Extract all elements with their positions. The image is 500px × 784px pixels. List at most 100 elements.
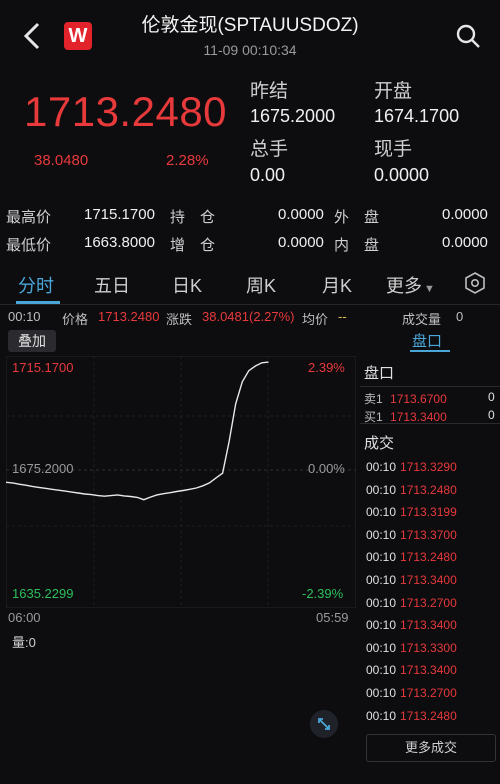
- y-ref-pct-label: 0.00%: [308, 461, 345, 476]
- volume-panel: 量:0: [6, 628, 356, 748]
- order-book-title: 盘口: [364, 365, 395, 382]
- tab-order-book[interactable]: 盘口: [412, 330, 442, 351]
- open-label: 开盘: [374, 81, 413, 102]
- trade-time: 00:10: [366, 550, 397, 565]
- trade-time: 00:10: [366, 686, 397, 700]
- price-change: 38.0480: [34, 152, 89, 169]
- trade-row: 00:10 1713.3400: [366, 618, 457, 632]
- inner-label: 内 盘: [334, 237, 380, 254]
- search-icon[interactable]: [454, 22, 482, 50]
- tab-intraday[interactable]: 分时: [18, 272, 54, 298]
- trade-price: 1713.2480: [400, 708, 457, 723]
- tab-daily-k[interactable]: 日K: [172, 272, 202, 298]
- trade-price: 1713.3300: [400, 640, 457, 655]
- price-line-chart: [6, 356, 356, 608]
- overlay-button[interactable]: 叠加: [8, 330, 56, 352]
- trade-time: 00:10: [366, 527, 397, 542]
- info-vol: 0: [456, 309, 464, 324]
- hold-label: 持 仓: [170, 209, 216, 226]
- trade-time: 00:10: [366, 460, 397, 474]
- app-header: W 伦敦金现(SPTAUUSDOZ) 11-09 00:10:34: [0, 0, 500, 68]
- info-price: 1713.2480: [98, 309, 160, 324]
- sell-1-volume: 0: [488, 390, 495, 404]
- x-start-label: 06:00: [8, 610, 41, 625]
- last-price: 1713.2480: [24, 88, 228, 135]
- open-value: 1674.1700: [374, 106, 460, 126]
- instrument-title: 伦敦金现(SPTAUUSDOZ): [141, 15, 359, 36]
- trade-time: 00:10: [366, 595, 397, 610]
- total-volume-value: 0.00: [250, 165, 286, 185]
- high-label: 最高价: [6, 209, 52, 226]
- info-avg-label: 均价: [302, 312, 329, 327]
- add-value: 0.0000: [278, 234, 324, 251]
- quote-timestamp: 11-09 00:10:34: [203, 42, 297, 58]
- total-volume-label: 总手: [250, 139, 289, 160]
- prev-close-value: 1675.2000: [250, 106, 336, 126]
- trade-time: 00:10: [366, 640, 397, 655]
- trade-row: 00:10 1713.2480: [366, 550, 457, 564]
- sell-1-label: 卖1: [364, 392, 383, 406]
- order-book-panel: 盘口 卖1 1713.6700 0 买1 1713.3400 0 成交 00:1…: [360, 356, 500, 776]
- trade-time: 00:10: [366, 482, 397, 497]
- high-value: 1715.1700: [84, 206, 155, 223]
- trades-title: 成交: [364, 435, 395, 452]
- volume-label: 量:0: [12, 635, 36, 650]
- trade-price: 1713.3290: [400, 460, 457, 474]
- sell-1-price: 1713.6700: [390, 392, 447, 406]
- trade-time: 00:10: [366, 663, 397, 678]
- trade-price: 1713.2480: [400, 482, 457, 497]
- trade-price: 1713.3400: [400, 573, 457, 587]
- trade-time: 00:10: [366, 505, 397, 520]
- trade-price: 1713.2700: [400, 686, 457, 700]
- trade-row: 00:10 1713.3290: [366, 460, 457, 474]
- prev-close-label: 昨结: [250, 81, 289, 102]
- tab-monthly-k[interactable]: 月K: [322, 272, 352, 298]
- ohlc-table: 最高价 1715.1700 持 仓 0.0000 外 盘 0.0000 最低价 …: [0, 200, 500, 260]
- outer-label: 外 盘: [334, 209, 380, 226]
- trade-row: 00:10 1713.2480: [366, 483, 457, 497]
- info-vol-label: 成交量: [402, 312, 442, 327]
- trade-price: 1713.2700: [400, 595, 457, 610]
- y-max-pct-label: 2.39%: [308, 360, 345, 375]
- crosshair-info-bar: 00:10 价格 1713.2480 涨跌 38.0481(2.27%) 均价 …: [0, 306, 500, 328]
- sell-1-row: 卖1 1713.6700 0: [364, 390, 495, 407]
- low-label: 最低价: [6, 237, 52, 254]
- add-label: 增 仓: [170, 237, 216, 254]
- outer-value: 0.0000: [442, 206, 488, 223]
- price-series-line: [6, 361, 269, 501]
- trade-price: 1713.2480: [400, 550, 457, 565]
- price-change-pct: 2.28%: [166, 152, 209, 169]
- trade-row: 00:10 1713.2700: [366, 596, 457, 610]
- intraday-chart: 1715.1700 2.39% 1675.2000 0.00% 1635.229…: [6, 356, 356, 608]
- trade-row: 00:10 1713.3300: [366, 641, 457, 655]
- tab-five-day[interactable]: 五日: [94, 272, 130, 298]
- info-avg: --: [338, 309, 347, 324]
- settings-hexagon-icon[interactable]: [464, 272, 486, 294]
- buy-1-label: 买1: [364, 410, 383, 424]
- trade-row: 00:10 1713.3199: [366, 505, 457, 519]
- trade-price: 1713.3199: [400, 505, 457, 520]
- trade-time: 00:10: [366, 573, 397, 587]
- tab-more-label: 更多: [386, 276, 422, 296]
- active-tab-indicator: [16, 301, 60, 304]
- trade-row: 00:10 1713.2480: [366, 709, 457, 723]
- trade-row: 00:10 1713.3700: [366, 528, 457, 542]
- info-change-label: 涨跌: [166, 312, 193, 327]
- order-book-tab-indicator: [410, 350, 450, 352]
- chevron-down-icon: ▼: [424, 283, 435, 295]
- y-min-label: 1635.2299: [12, 586, 74, 601]
- inner-value: 0.0000: [442, 234, 488, 251]
- expand-icon[interactable]: [310, 710, 338, 738]
- quote-panel: 1713.2480 38.0480 2.28% 昨结 1675.2000 开盘 …: [0, 68, 500, 198]
- trade-time: 00:10: [366, 618, 397, 633]
- more-trades-button[interactable]: 更多成交: [366, 734, 496, 762]
- trade-row: 00:10 1713.2700: [366, 686, 457, 700]
- buy-1-price: 1713.3400: [390, 410, 447, 424]
- trade-row: 00:10 1713.3400: [366, 573, 457, 587]
- current-volume-value: 0.0000: [374, 165, 430, 185]
- y-ref-label: 1675.2000: [12, 461, 74, 476]
- trade-price: 1713.3400: [400, 663, 457, 678]
- tab-weekly-k[interactable]: 周K: [246, 272, 276, 298]
- tab-more[interactable]: 更多 ▼: [386, 272, 435, 298]
- y-min-pct-label: -2.39%: [302, 586, 344, 601]
